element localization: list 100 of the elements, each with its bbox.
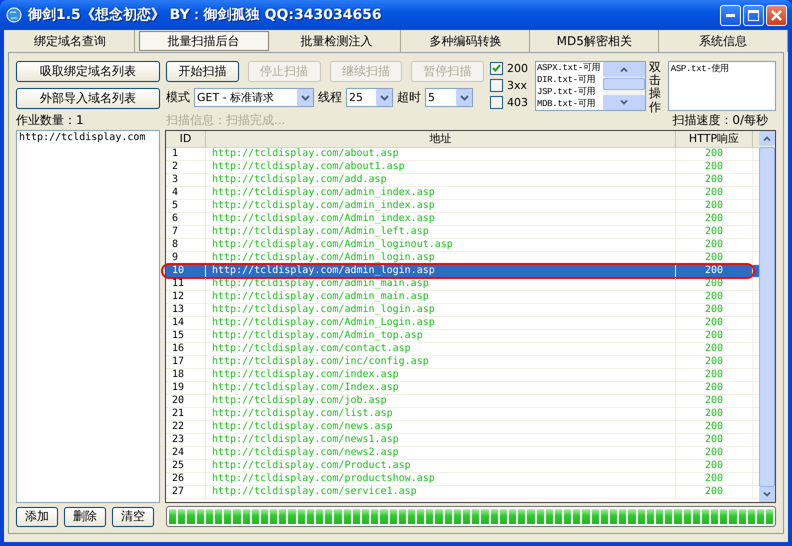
checkbox[interactable] — [490, 62, 503, 74]
scrollbar[interactable] — [603, 62, 646, 110]
scroll-up-button[interactable] — [603, 62, 646, 77]
table-row[interactable]: 11 http://tcldisplay.com/admin_main.asp 200 — [166, 278, 759, 291]
timeout-select[interactable]: 5 — [425, 88, 473, 107]
domain-list-button[interactable]: 外部导入域名列表 — [16, 88, 160, 109]
table-row[interactable]: 2 http://tcldisplay.com/about1.asp 200 — [166, 161, 759, 174]
id-cell: 19 — [166, 382, 206, 394]
table-row[interactable]: 16 http://tcldisplay.com/contact.asp 200 — [166, 343, 759, 356]
status-cell: 200 — [676, 174, 753, 186]
selected-dictionary-item[interactable]: ASP.txt-使用 — [670, 63, 773, 75]
mode-select[interactable]: GET - 标准请求 — [194, 88, 314, 107]
url-cell: http://tcldisplay.com/list.asp — [206, 408, 676, 420]
chevron-down-icon — [460, 94, 468, 100]
scroll-down-button[interactable] — [759, 487, 775, 502]
url-cell: http://tcldisplay.com/Admin_Login.asp — [206, 317, 676, 329]
dictionary-item[interactable]: ASPX.txt-可用 — [536, 62, 604, 74]
scan-speed-label: 扫描速度：0/每秒 — [672, 112, 768, 129]
dictionary-list[interactable]: ASPX.txt-可用 DIR.txt-可用 JSP.txt-可用 MDB.txt-可用 — [534, 61, 646, 111]
table-row[interactable]: 1 http://tcldisplay.com/about.asp 200 — [166, 148, 759, 161]
status-cell: 200 — [676, 291, 753, 303]
table-row[interactable]: 7 http://tcldisplay.com/Admin_left.asp 200 — [166, 226, 759, 239]
url-cell: http://tcldisplay.com/news2.asp — [206, 447, 676, 459]
domain-item[interactable]: http://tcldisplay.com — [19, 132, 157, 143]
scan-info-label: 扫描信息：扫描完成... — [166, 112, 286, 129]
table-row[interactable]: 5 http://tcldisplay.com/admin_index.asp 200 — [166, 200, 759, 213]
status-cell: 200 — [676, 187, 753, 199]
dictionary-item[interactable]: DIR.txt-可用 — [536, 74, 604, 86]
window-title: 御剑1.5《想念初恋》 BY：御剑孤独 QQ:343034656 — [28, 6, 383, 24]
url-cell: http://tcldisplay.com/job.asp — [206, 395, 676, 407]
table-row[interactable]: 22 http://tcldisplay.com/news.asp 200 — [166, 421, 759, 434]
table-row[interactable]: 3 http://tcldisplay.com/add.asp 200 — [166, 174, 759, 187]
status-cell: 200 — [676, 395, 753, 407]
status-filter-label: 3xx — [507, 78, 528, 92]
column-header[interactable]: ID — [166, 131, 206, 147]
table-row[interactable]: 27 http://tcldisplay.com/service1.asp 200 — [166, 486, 759, 499]
id-cell: 16 — [166, 343, 206, 355]
scroll-down-button[interactable] — [603, 95, 646, 110]
table-row[interactable]: 8 http://tcldisplay.com/Admin_loginout.asp 200 — [166, 239, 759, 252]
status-cell: 200 — [676, 447, 753, 459]
table-row[interactable]: 20 http://tcldisplay.com/job.asp 200 — [166, 395, 759, 408]
status-cell: 200 — [676, 356, 753, 368]
domain-list-button[interactable]: 吸取绑定域名列表 — [16, 61, 160, 82]
column-header[interactable]: 地址 — [206, 131, 676, 147]
close-button[interactable] — [766, 4, 787, 26]
table-row[interactable]: 23 http://tcldisplay.com/news1.asp 200 — [166, 434, 759, 447]
status-cell: 200 — [676, 226, 753, 238]
id-cell: 12 — [166, 291, 206, 303]
status-cell: 200 — [676, 239, 753, 251]
table-row[interactable]: 18 http://tcldisplay.com/index.asp 200 — [166, 369, 759, 382]
table-row[interactable]: 26 http://tcldisplay.com/productshow.asp 200 — [166, 473, 759, 486]
scroll-thumb[interactable] — [603, 78, 646, 90]
dictionary-item[interactable]: MDB.txt-可用 — [536, 98, 604, 110]
url-cell: http://tcldisplay.com/service1.asp — [206, 486, 676, 498]
scroll-up-button[interactable] — [759, 131, 775, 146]
url-cell: http://tcldisplay.com/about.asp — [206, 148, 676, 160]
column-header[interactable]: HTTP响应 — [676, 131, 753, 147]
list-button[interactable]: 添加 — [16, 506, 58, 526]
id-cell: 13 — [166, 304, 206, 316]
id-cell: 25 — [166, 460, 206, 472]
table-row[interactable]: 14 http://tcldisplay.com/Admin_Login.asp 200 — [166, 317, 759, 330]
minimize-button[interactable] — [720, 4, 741, 26]
minimize-icon — [726, 14, 735, 16]
table-row[interactable]: 25 http://tcldisplay.com/Product.asp 200 — [166, 460, 759, 473]
chevron-down-icon — [380, 94, 388, 100]
chevron-down-icon — [763, 492, 771, 497]
table-row[interactable]: 15 http://tcldisplay.com/Admin_top.asp 200 — [166, 330, 759, 343]
maximize-button[interactable] — [743, 4, 764, 26]
url-cell: http://tcldisplay.com/Index.asp — [206, 382, 676, 394]
table-row[interactable]: 4 http://tcldisplay.com/admin_index.asp 200 — [166, 187, 759, 200]
url-cell: http://tcldisplay.com/Product.asp — [206, 460, 676, 472]
checkbox[interactable] — [490, 78, 503, 92]
id-cell: 6 — [166, 213, 206, 225]
id-cell: 23 — [166, 434, 206, 446]
id-cell: 17 — [166, 356, 206, 368]
threads-select[interactable]: 25 — [346, 88, 393, 107]
status-cell: 200 — [676, 330, 753, 342]
selected-dictionary-list[interactable]: ASP.txt-使用 — [668, 61, 776, 111]
list-button[interactable]: 删除 — [64, 506, 106, 526]
list-button[interactable]: 清空 — [112, 506, 154, 526]
url-cell: http://tcldisplay.com/productshow.asp — [206, 473, 676, 485]
domain-list[interactable]: http://tcldisplay.com — [16, 130, 160, 503]
dictionary-item[interactable]: JSP.txt-可用 — [536, 86, 604, 98]
table-row[interactable]: 6 http://tcldisplay.com/Admin_index.asp 200 — [166, 213, 759, 226]
id-cell: 4 — [166, 187, 206, 199]
id-cell: 11 — [166, 278, 206, 290]
table-row[interactable]: 24 http://tcldisplay.com/news2.asp 200 — [166, 447, 759, 460]
id-cell: 9 — [166, 252, 206, 264]
table-row[interactable]: 17 http://tcldisplay.com/inc/config.asp 200 — [166, 356, 759, 369]
chevron-up-icon — [620, 67, 628, 72]
table-row[interactable]: 12 http://tcldisplay.com/admin_main.asp 200 — [166, 291, 759, 304]
tab[interactable]: 批量扫描后台 — [138, 31, 269, 51]
checkbox[interactable] — [490, 96, 503, 108]
url-cell: http://tcldisplay.com/admin_main.asp — [206, 278, 676, 290]
table-row[interactable]: 19 http://tcldisplay.com/Index.asp 200 — [166, 382, 759, 395]
scan-button[interactable]: 开始扫描 — [166, 61, 239, 82]
table-row[interactable]: 21 http://tcldisplay.com/list.asp 200 — [166, 408, 759, 421]
status-cell: 200 — [676, 408, 753, 420]
table-row[interactable]: 13 http://tcldisplay.com/admin_login.asp 200 — [166, 304, 759, 317]
id-cell: 14 — [166, 317, 206, 329]
